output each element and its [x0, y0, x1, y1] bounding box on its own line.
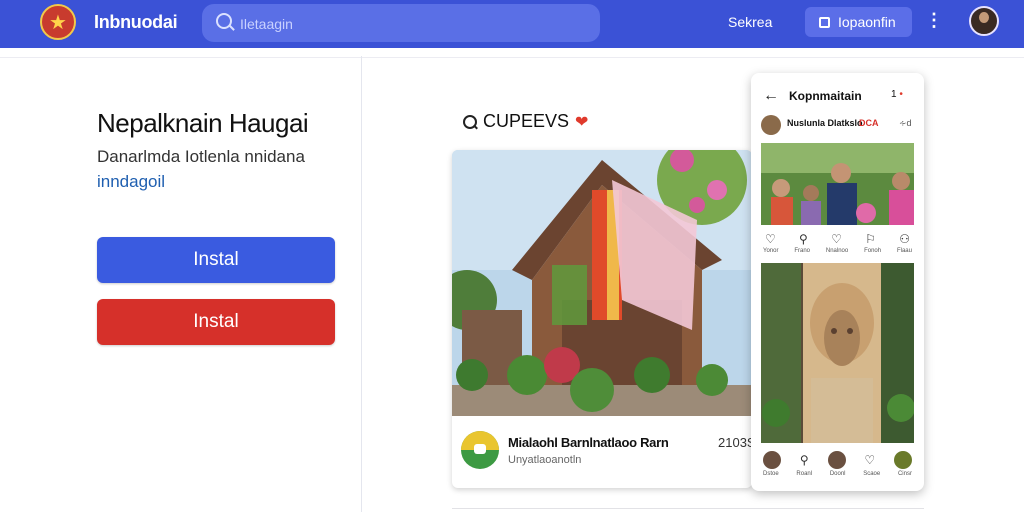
- phone-bottom-labels: Dstoe Roanl Doonl Scaoe Cinsr: [761, 471, 914, 477]
- post-count: 2103S: [718, 435, 752, 450]
- back-arrow-icon[interactable]: ←: [763, 87, 779, 105]
- phone-post-image-2: [761, 263, 914, 443]
- share-icon[interactable]: ⚐: [865, 232, 876, 246]
- bottom-label: Dstoe: [763, 471, 779, 477]
- phone-user-name[interactable]: Nuslunla Dlatkslo: [787, 118, 863, 128]
- post-subtitle: Unyatlaoanotln: [508, 454, 582, 466]
- phone-badge-count: 1: [891, 89, 897, 100]
- phone-post-image: [761, 143, 914, 225]
- action-label: Nnalnoo: [825, 248, 849, 254]
- search-input[interactable]: [238, 12, 582, 36]
- action-label: Yonor: [763, 248, 779, 254]
- install-secondary-button[interactable]: Instal: [97, 299, 335, 345]
- search-icon: [216, 13, 232, 29]
- app-logo-icon[interactable]: ★: [40, 4, 76, 40]
- hero-title: Nepalknain Haugai: [97, 108, 309, 138]
- bottom-label: Roanl: [796, 471, 813, 477]
- action-label: Fonoh: [864, 248, 882, 254]
- search-bar[interactable]: [202, 4, 600, 42]
- panel-divider: [361, 56, 362, 512]
- app-title[interactable]: Inbnuodai: [94, 12, 178, 33]
- header-divider: [0, 57, 1024, 58]
- home-avatar-icon[interactable]: [763, 451, 781, 469]
- reels-avatar-icon[interactable]: [827, 451, 846, 469]
- heart-icon[interactable]: ♡: [864, 453, 875, 467]
- heart-icon[interactable]: ❤: [575, 112, 588, 132]
- phone-badge: 1 •: [891, 89, 903, 100]
- search-icon[interactable]: ⚲: [799, 232, 808, 246]
- like-icon[interactable]: ♡: [765, 232, 776, 246]
- profile-avatar-icon[interactable]: [894, 451, 912, 469]
- phone-user-tag: DCA: [859, 118, 879, 128]
- phone-bottom-bar: ⚲ ♡: [761, 449, 914, 471]
- search-icon[interactable]: ⚲: [800, 453, 809, 467]
- bottom-label: Scaoe: [863, 471, 881, 477]
- post-author-avatar[interactable]: [461, 431, 499, 469]
- hero-link[interactable]: inndagoil: [97, 172, 165, 192]
- phone-preview: ← Kopnmaitain 1 • Nuslunla Dlatkslo DCA …: [751, 73, 924, 491]
- action-label: Frano: [794, 248, 811, 254]
- phone-title: Kopnmaitain: [789, 89, 862, 103]
- more-options-icon[interactable]: ⋮: [925, 10, 943, 31]
- action-label: Flaau: [896, 248, 912, 254]
- nav-link[interactable]: Sekrea: [728, 14, 772, 30]
- install-primary-button[interactable]: Instal: [97, 237, 335, 283]
- post-image: [452, 150, 752, 416]
- user-avatar[interactable]: [969, 6, 999, 36]
- phone-user-more[interactable]: ∻d: [899, 118, 912, 129]
- phone-user-avatar[interactable]: [761, 115, 781, 135]
- top-navigation-bar: ★ Inbnuodai Sekrea Iopaonfin ⋮: [0, 0, 1024, 48]
- notification-dot-icon: •: [899, 89, 903, 100]
- feed-divider: [452, 508, 924, 509]
- feed-heading: CUPEEVS ❤: [463, 111, 588, 132]
- nav-action-button[interactable]: Iopaonfin: [805, 7, 912, 37]
- post-title[interactable]: Mialaohl Barnlnatlaoo Rarn: [508, 435, 669, 450]
- phone-action-row: ♡ ⚲ ♡ ⚐ ⚇: [761, 230, 914, 248]
- comment-icon[interactable]: ♡: [831, 232, 842, 246]
- search-icon: [463, 114, 477, 129]
- feed-heading-label: CUPEEVS: [483, 111, 570, 131]
- nav-action-label: Iopaonfin: [838, 14, 896, 30]
- bottom-label: Doonl: [829, 471, 846, 477]
- phone-action-labels: Yonor Frano Nnalnoo Fonoh Flaau: [761, 248, 914, 254]
- bookmark-icon: [819, 16, 830, 28]
- bottom-label: Cinsr: [897, 471, 912, 477]
- profile-icon[interactable]: ⚇: [899, 232, 910, 246]
- hero-subtitle: Danarlmda Iotlenla nnidana: [97, 147, 305, 166]
- post-footer: Mialaohl Barnlnatlaoo Rarn Unyatlaoanotl…: [452, 416, 752, 488]
- post-card[interactable]: Mialaohl Barnlnatlaoo Rarn Unyatlaoanotl…: [452, 150, 752, 488]
